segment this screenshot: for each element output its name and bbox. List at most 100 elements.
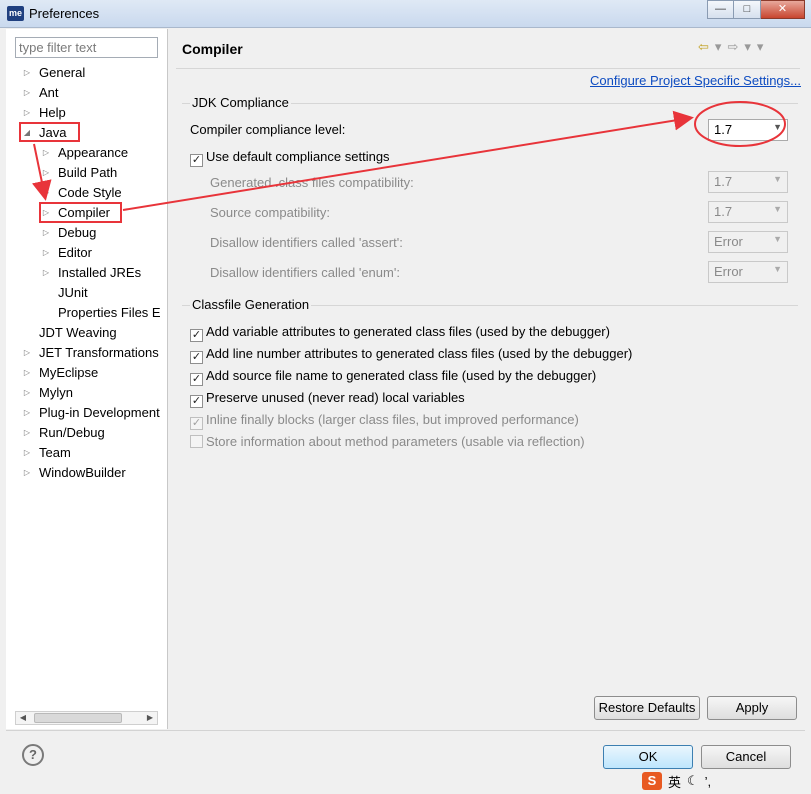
view-menu-icon[interactable]: ▾ [757, 39, 764, 55]
forward-menu-chevron-icon[interactable]: ▾ [744, 39, 751, 55]
tree-item-code-style[interactable]: ▷ Code Style [6, 183, 166, 203]
dropdown-arrow-icon: ▼ [773, 204, 782, 214]
history-navigation: ⇦ ▾ ⇨ ▾ ▾ [698, 39, 763, 55]
assert-identifier-select[interactable]: Error ▼ [708, 231, 788, 253]
classfile-option-checkbox[interactable]: ✓ Add variable attributes to generated cl… [190, 324, 610, 342]
scrollbar-thumb[interactable] [34, 713, 122, 723]
collapsed-chevron-icon[interactable]: ▷ [41, 263, 51, 283]
tree-item-java[interactable]: ◢ Java [6, 123, 166, 143]
collapsed-chevron-icon[interactable]: ▷ [22, 83, 32, 103]
tree-item-debug[interactable]: ▷ Debug [6, 223, 166, 243]
tree-item-build-path[interactable]: ▷ Build Path [6, 163, 166, 183]
tree-item-properties-files-e[interactable]: Properties Files E [6, 303, 166, 323]
collapsed-chevron-icon[interactable]: ▷ [22, 463, 32, 483]
tree-item-label: Code Style [58, 185, 122, 200]
collapsed-chevron-icon[interactable]: ▷ [22, 343, 32, 363]
checkbox-checked-icon[interactable]: ✓ [190, 154, 203, 167]
classfile-option-label: Inline finally blocks (larger class file… [206, 412, 579, 427]
checkbox-checked-icon[interactable]: ✓ [190, 329, 203, 342]
sogou-logo-icon[interactable]: S [642, 772, 662, 790]
collapsed-chevron-icon[interactable]: ▷ [41, 163, 51, 183]
classfile-option-checkbox[interactable]: ✓ Inline finally blocks (larger class fil… [190, 412, 579, 430]
scroll-right-icon[interactable]: ▶ [144, 712, 156, 724]
tree-item-jet-transformations[interactable]: ▷ JET Transformations [6, 343, 166, 363]
checkbox-checked-icon[interactable]: ✓ [190, 395, 203, 408]
back-menu-chevron-icon[interactable]: ▾ [715, 39, 722, 55]
window-controls: — □ ✕ [707, 0, 805, 20]
tree-item-editor[interactable]: ▷ Editor [6, 243, 166, 263]
tree-item-label: MyEclipse [39, 365, 99, 380]
back-arrow-icon[interactable]: ⇦ [698, 39, 709, 55]
classfile-option-checkbox[interactable]: ✓ Preserve unused (never read) local vari… [190, 390, 465, 408]
collapsed-chevron-icon[interactable]: ▷ [22, 363, 32, 383]
classfile-option-checkbox[interactable]: ✓ Add source file name to generated class… [190, 368, 596, 386]
assert-identifier-label: Disallow identifiers called 'assert': [210, 235, 403, 250]
tree-item-run-debug[interactable]: ▷ Run/Debug [6, 423, 166, 443]
tree-item-label: JET Transformations [39, 345, 159, 360]
tree-item-installed-jres[interactable]: ▷ Installed JREs [6, 263, 166, 283]
moon-icon[interactable]: ☾ [687, 773, 699, 789]
dialog-body: ▷ General ▷ Ant ▷ Help ◢ Java ▷ Appearance ▷ Build … [6, 29, 805, 788]
tree-item-label: WindowBuilder [39, 465, 126, 480]
tree-item-mylyn[interactable]: ▷ Mylyn [6, 383, 166, 403]
forward-arrow-icon[interactable]: ⇨ [727, 39, 738, 55]
help-icon[interactable]: ? [22, 744, 44, 766]
ok-button[interactable]: OK [603, 745, 693, 769]
tree-item-appearance[interactable]: ▷ Appearance [6, 143, 166, 163]
collapsed-chevron-icon[interactable]: ▷ [41, 243, 51, 263]
enum-identifier-select[interactable]: Error ▼ [708, 261, 788, 283]
apply-button[interactable]: Apply [707, 696, 797, 720]
tree-item-label: Plug-in Development [39, 405, 160, 420]
tree-item-ant[interactable]: ▷ Ant [6, 83, 166, 103]
expanded-chevron-icon[interactable]: ◢ [22, 123, 32, 143]
punctuation-icon[interactable]: ’, [705, 774, 712, 789]
restore-defaults-button[interactable]: Restore Defaults [594, 696, 700, 720]
tree-item-general[interactable]: ▷ General [6, 63, 166, 83]
tree-item-team[interactable]: ▷ Team [6, 443, 166, 463]
tree-item-jdt-weaving[interactable]: JDT Weaving [6, 323, 166, 343]
use-default-checkbox[interactable]: ✓ Use default compliance settings [190, 149, 390, 167]
tree-item-junit[interactable]: JUnit [6, 283, 166, 303]
classfile-option-checkbox[interactable]: Store information about method parameter… [190, 434, 585, 449]
maximize-button[interactable]: □ [734, 0, 761, 19]
checkbox-checked-icon[interactable]: ✓ [190, 417, 203, 430]
tree-item-label: JUnit [58, 285, 88, 300]
horizontal-scrollbar[interactable]: ◀ ▶ [15, 711, 158, 725]
compliance-level-select[interactable]: 1.7 ▼ [708, 119, 788, 141]
scroll-left-icon[interactable]: ◀ [17, 712, 29, 724]
configure-project-settings-link[interactable]: Configure Project Specific Settings... [590, 73, 801, 88]
dropdown-arrow-icon: ▼ [773, 264, 782, 274]
tree-item-windowbuilder[interactable]: ▷ WindowBuilder [6, 463, 166, 483]
collapsed-chevron-icon[interactable]: ▷ [22, 383, 32, 403]
collapsed-chevron-icon[interactable]: ▷ [41, 223, 51, 243]
cancel-button[interactable]: Cancel [701, 745, 791, 769]
ime-status-bar: S 英 ☾ ’, [642, 771, 742, 791]
tree-item-compiler[interactable]: ▷ Compiler [6, 203, 166, 223]
filter-input[interactable] [15, 37, 158, 58]
collapsed-chevron-icon[interactable]: ▷ [22, 403, 32, 423]
dropdown-arrow-icon: ▼ [773, 174, 782, 184]
collapsed-chevron-icon[interactable]: ▷ [22, 443, 32, 463]
generated-compat-select[interactable]: 1.7 ▼ [708, 171, 788, 193]
collapsed-chevron-icon[interactable]: ▷ [22, 423, 32, 443]
collapsed-chevron-icon[interactable]: ▷ [41, 183, 51, 203]
collapsed-chevron-icon[interactable]: ▷ [22, 63, 32, 83]
enum-identifier-label: Disallow identifiers called 'enum': [210, 265, 400, 280]
close-window-button[interactable]: ✕ [761, 0, 805, 19]
source-compat-select[interactable]: 1.7 ▼ [708, 201, 788, 223]
ime-mode-indicator[interactable]: 英 [668, 772, 681, 791]
minimize-button[interactable]: — [707, 0, 734, 19]
collapsed-chevron-icon[interactable]: ▷ [41, 143, 51, 163]
collapsed-chevron-icon[interactable]: ▷ [41, 203, 51, 223]
use-default-label: Use default compliance settings [206, 149, 390, 164]
tree-item-myeclipse[interactable]: ▷ MyEclipse [6, 363, 166, 383]
checkbox-checked-icon[interactable]: ✓ [190, 351, 203, 364]
generated-compat-label: Generated .class files compatibility: [210, 175, 414, 190]
tree-item-help[interactable]: ▷ Help [6, 103, 166, 123]
checkbox-checked-icon[interactable]: ✓ [190, 373, 203, 386]
collapsed-chevron-icon[interactable]: ▷ [22, 103, 32, 123]
classfile-option-checkbox[interactable]: ✓ Add line number attributes to generated… [190, 346, 632, 364]
classfile-option-label: Add source file name to generated class … [206, 368, 597, 383]
tree-item-plug-in-development[interactable]: ▷ Plug-in Development [6, 403, 166, 423]
checkbox-unchecked-icon[interactable] [190, 435, 203, 448]
